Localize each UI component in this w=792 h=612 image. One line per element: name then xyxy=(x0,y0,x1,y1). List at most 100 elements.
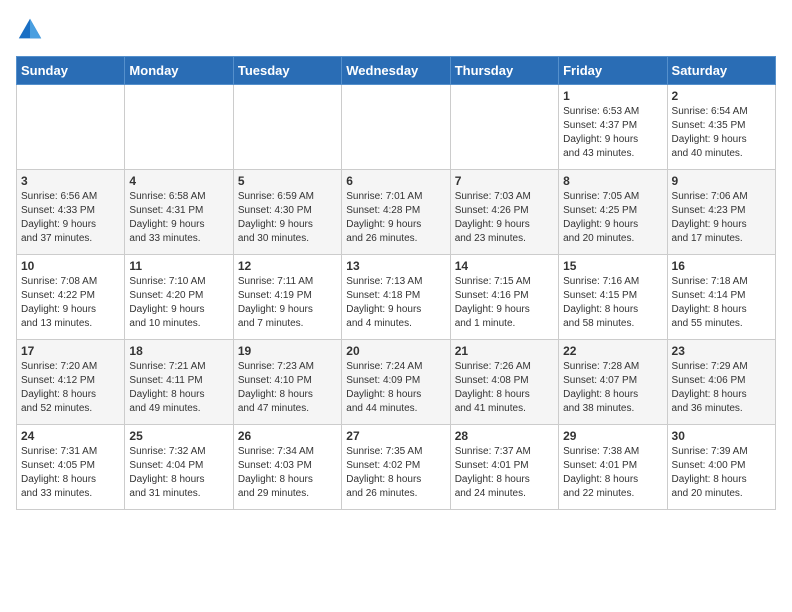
calendar-cell: 17 Sunrise: 7:20 AM Sunset: 4:12 PM Dayli… xyxy=(17,340,125,425)
calendar-cell: 15 Sunrise: 7:16 AM Sunset: 4:15 PM Dayli… xyxy=(559,255,667,340)
calendar-cell xyxy=(342,85,450,170)
day-info: Sunrise: 6:53 AM Sunset: 4:37 PM Dayligh… xyxy=(563,105,662,161)
day-info: Sunrise: 7:11 AM Sunset: 4:19 PM Dayligh… xyxy=(238,275,337,331)
day-info: Sunrise: 7:06 AM Sunset: 4:23 PM Dayligh… xyxy=(672,190,771,246)
day-info: Sunrise: 7:16 AM Sunset: 4:15 PM Dayligh… xyxy=(563,275,662,331)
header-day-wednesday: Wednesday xyxy=(342,57,450,85)
calendar-cell: 28Sunrise: 7:37 AM Sunset: 4:01 PM Dayli… xyxy=(450,425,558,510)
calendar-cell: 8Sunrise: 7:05 AM Sunset: 4:25 PM Daylig… xyxy=(559,170,667,255)
header-day-tuesday: Tuesday xyxy=(233,57,341,85)
header-day-monday: Monday xyxy=(125,57,233,85)
calendar-cell: 9 Sunrise: 7:06 AM Sunset: 4:23 PM Daylig… xyxy=(667,170,775,255)
day-number: 27 xyxy=(346,429,445,443)
calendar-cell: 21 Sunrise: 7:26 AM Sunset: 4:08 PM Dayli… xyxy=(450,340,558,425)
calendar-cell: 11 Sunrise: 7:10 AM Sunset: 4:20 PM Dayli… xyxy=(125,255,233,340)
calendar-cell: 23 Sunrise: 7:29 AM Sunset: 4:06 PM Dayli… xyxy=(667,340,775,425)
day-number: 20 xyxy=(346,344,445,358)
calendar-cell: 25Sunrise: 7:32 AM Sunset: 4:04 PM Dayli… xyxy=(125,425,233,510)
day-info: Sunrise: 7:20 AM Sunset: 4:12 PM Dayligh… xyxy=(21,360,120,416)
day-number: 18 xyxy=(129,344,228,358)
day-number: 12 xyxy=(238,259,337,273)
day-number: 23 xyxy=(672,344,771,358)
day-info: Sunrise: 7:15 AM Sunset: 4:16 PM Dayligh… xyxy=(455,275,554,331)
day-number: 15 xyxy=(563,259,662,273)
day-info: Sunrise: 7:26 AM Sunset: 4:08 PM Dayligh… xyxy=(455,360,554,416)
day-info: Sunrise: 7:18 AM Sunset: 4:14 PM Dayligh… xyxy=(672,275,771,331)
day-info: Sunrise: 7:03 AM Sunset: 4:26 PM Dayligh… xyxy=(455,190,554,246)
calendar-cell: 1 Sunrise: 6:53 AM Sunset: 4:37 PM Daylig… xyxy=(559,85,667,170)
day-number: 24 xyxy=(21,429,120,443)
calendar-cell: 3 Sunrise: 6:56 AM Sunset: 4:33 PM Daylig… xyxy=(17,170,125,255)
calendar-cell: 14 Sunrise: 7:15 AM Sunset: 4:16 PM Dayli… xyxy=(450,255,558,340)
day-number: 6 xyxy=(346,174,445,188)
day-number: 10 xyxy=(21,259,120,273)
calendar-cell: 22Sunrise: 7:28 AM Sunset: 4:07 PM Dayli… xyxy=(559,340,667,425)
day-number: 17 xyxy=(21,344,120,358)
calendar-cell: 30 Sunrise: 7:39 AM Sunset: 4:00 PM Dayli… xyxy=(667,425,775,510)
day-number: 29 xyxy=(563,429,662,443)
day-number: 13 xyxy=(346,259,445,273)
header-day-friday: Friday xyxy=(559,57,667,85)
header-day-sunday: Sunday xyxy=(17,57,125,85)
day-number: 8 xyxy=(563,174,662,188)
calendar-week-row: 17 Sunrise: 7:20 AM Sunset: 4:12 PM Dayli… xyxy=(17,340,776,425)
day-number: 19 xyxy=(238,344,337,358)
calendar-cell: 26 Sunrise: 7:34 AM Sunset: 4:03 PM Dayli… xyxy=(233,425,341,510)
day-number: 16 xyxy=(672,259,771,273)
day-number: 30 xyxy=(672,429,771,443)
calendar-cell xyxy=(17,85,125,170)
day-info: Sunrise: 7:34 AM Sunset: 4:03 PM Dayligh… xyxy=(238,445,337,501)
day-number: 4 xyxy=(129,174,228,188)
day-info: Sunrise: 6:58 AM Sunset: 4:31 PM Dayligh… xyxy=(129,190,228,246)
day-info: Sunrise: 7:31 AM Sunset: 4:05 PM Dayligh… xyxy=(21,445,120,501)
day-info: Sunrise: 7:23 AM Sunset: 4:10 PM Dayligh… xyxy=(238,360,337,416)
calendar-cell: 18 Sunrise: 7:21 AM Sunset: 4:11 PM Dayli… xyxy=(125,340,233,425)
page-header xyxy=(16,16,776,44)
calendar-week-row: 24 Sunrise: 7:31 AM Sunset: 4:05 PM Dayli… xyxy=(17,425,776,510)
calendar-cell: 16 Sunrise: 7:18 AM Sunset: 4:14 PM Dayli… xyxy=(667,255,775,340)
calendar-cell: 10 Sunrise: 7:08 AM Sunset: 4:22 PM Dayli… xyxy=(17,255,125,340)
calendar-week-row: 1 Sunrise: 6:53 AM Sunset: 4:37 PM Daylig… xyxy=(17,85,776,170)
calendar-cell xyxy=(450,85,558,170)
calendar-cell: 27 Sunrise: 7:35 AM Sunset: 4:02 PM Dayli… xyxy=(342,425,450,510)
calendar-cell xyxy=(233,85,341,170)
calendar-cell: 5Sunrise: 6:59 AM Sunset: 4:30 PM Daylig… xyxy=(233,170,341,255)
header-day-thursday: Thursday xyxy=(450,57,558,85)
calendar-cell: 12 Sunrise: 7:11 AM Sunset: 4:19 PM Dayli… xyxy=(233,255,341,340)
calendar-cell: 6 Sunrise: 7:01 AM Sunset: 4:28 PM Daylig… xyxy=(342,170,450,255)
day-number: 14 xyxy=(455,259,554,273)
day-number: 7 xyxy=(455,174,554,188)
day-number: 3 xyxy=(21,174,120,188)
day-number: 26 xyxy=(238,429,337,443)
calendar-cell: 19 Sunrise: 7:23 AM Sunset: 4:10 PM Dayli… xyxy=(233,340,341,425)
day-number: 2 xyxy=(672,89,771,103)
calendar-week-row: 10 Sunrise: 7:08 AM Sunset: 4:22 PM Dayli… xyxy=(17,255,776,340)
calendar-cell: 29 Sunrise: 7:38 AM Sunset: 4:01 PM Dayli… xyxy=(559,425,667,510)
calendar-cell xyxy=(125,85,233,170)
calendar-cell: 13 Sunrise: 7:13 AM Sunset: 4:18 PM Dayli… xyxy=(342,255,450,340)
logo xyxy=(16,16,48,44)
day-number: 9 xyxy=(672,174,771,188)
calendar-table: SundayMondayTuesdayWednesdayThursdayFrid… xyxy=(16,56,776,510)
day-info: Sunrise: 6:56 AM Sunset: 4:33 PM Dayligh… xyxy=(21,190,120,246)
day-number: 1 xyxy=(563,89,662,103)
day-info: Sunrise: 7:13 AM Sunset: 4:18 PM Dayligh… xyxy=(346,275,445,331)
day-number: 11 xyxy=(129,259,228,273)
calendar-cell: 4 Sunrise: 6:58 AM Sunset: 4:31 PM Daylig… xyxy=(125,170,233,255)
calendar-cell: 20 Sunrise: 7:24 AM Sunset: 4:09 PM Dayli… xyxy=(342,340,450,425)
day-info: Sunrise: 7:08 AM Sunset: 4:22 PM Dayligh… xyxy=(21,275,120,331)
day-info: Sunrise: 7:01 AM Sunset: 4:28 PM Dayligh… xyxy=(346,190,445,246)
header-day-saturday: Saturday xyxy=(667,57,775,85)
day-info: Sunrise: 7:38 AM Sunset: 4:01 PM Dayligh… xyxy=(563,445,662,501)
day-number: 5 xyxy=(238,174,337,188)
day-number: 21 xyxy=(455,344,554,358)
day-info: Sunrise: 7:24 AM Sunset: 4:09 PM Dayligh… xyxy=(346,360,445,416)
day-number: 25 xyxy=(129,429,228,443)
day-info: Sunrise: 7:39 AM Sunset: 4:00 PM Dayligh… xyxy=(672,445,771,501)
calendar-cell: 2Sunrise: 6:54 AM Sunset: 4:35 PM Daylig… xyxy=(667,85,775,170)
calendar-header-row: SundayMondayTuesdayWednesdayThursdayFrid… xyxy=(17,57,776,85)
day-info: Sunrise: 7:10 AM Sunset: 4:20 PM Dayligh… xyxy=(129,275,228,331)
day-info: Sunrise: 7:35 AM Sunset: 4:02 PM Dayligh… xyxy=(346,445,445,501)
day-info: Sunrise: 7:29 AM Sunset: 4:06 PM Dayligh… xyxy=(672,360,771,416)
day-info: Sunrise: 7:21 AM Sunset: 4:11 PM Dayligh… xyxy=(129,360,228,416)
